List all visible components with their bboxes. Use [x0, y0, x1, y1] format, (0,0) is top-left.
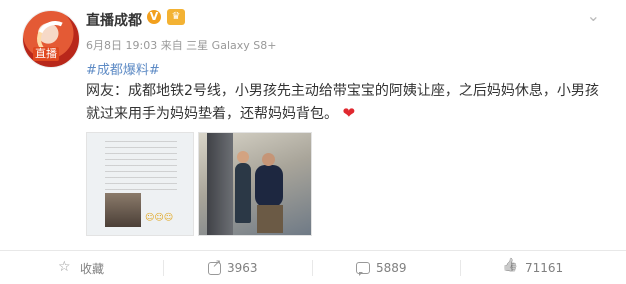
like-count: 71161 — [525, 261, 564, 275]
rank-badge-icon: ♛ — [167, 9, 185, 25]
separator — [163, 260, 164, 276]
share-button[interactable]: 3963 — [208, 257, 258, 277]
avatar[interactable]: 直播 — [22, 10, 80, 68]
post-meta: 6月8日 19:03 来自 三星 Galaxy S8+ — [86, 39, 277, 52]
star-icon — [58, 259, 74, 276]
share-icon — [208, 257, 221, 275]
chevron-down-icon[interactable]: ⌄ — [587, 6, 600, 25]
divider — [0, 250, 626, 251]
favorite-button[interactable]: 收藏 — [58, 259, 104, 277]
verified-badge-icon: V — [147, 10, 161, 24]
post-image-chat-screenshot[interactable]: ☺☺☺ — [86, 132, 194, 236]
mother-figure — [255, 153, 283, 207]
weibo-post-card: 直播 直播成都 V ♛ ⌄ 6月8日 19:03 来自 三星 Galaxy S8… — [0, 0, 626, 284]
comment-button[interactable]: 5889 — [356, 259, 407, 277]
avatar-label: 直播 — [33, 47, 59, 61]
username[interactable]: 直播成都 — [86, 10, 142, 30]
legs-figure — [257, 205, 283, 233]
post-text: 网友：成都地铁2号线，小男孩先主动给带宝宝的阿姨让座，之后妈妈休息，小男孩就过来… — [86, 80, 606, 125]
subway-door — [207, 133, 233, 235]
favorite-label: 收藏 — [80, 261, 105, 276]
separator — [312, 260, 313, 276]
share-count: 3963 — [227, 261, 258, 275]
thumbs-up-icon — [503, 260, 519, 276]
post-image-subway[interactable] — [198, 132, 312, 236]
topic-link[interactable]: #成都爆料# — [86, 59, 160, 78]
chat-thumbnail — [105, 193, 141, 227]
like-button[interactable]: 71161 — [503, 259, 563, 277]
chat-text-lines — [105, 141, 177, 193]
comment-icon — [356, 262, 370, 276]
comment-count: 5889 — [376, 261, 407, 275]
boy-figure — [235, 151, 251, 223]
separator — [460, 260, 461, 276]
heart-icon: ❤ — [342, 104, 356, 122]
emoji-icon: ☺☺☺ — [145, 213, 174, 223]
